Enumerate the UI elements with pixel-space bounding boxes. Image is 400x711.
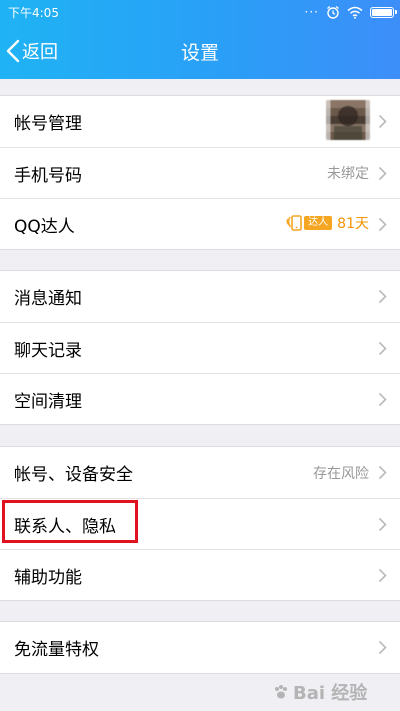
chevron-right-icon bbox=[378, 517, 387, 532]
chevron-right-icon bbox=[378, 568, 387, 583]
battery-level bbox=[372, 8, 393, 16]
settings-item-value: 未绑定 bbox=[327, 166, 369, 182]
chevron-right-icon bbox=[378, 114, 387, 129]
status-time: 下午4:05 bbox=[8, 6, 59, 20]
daren-badge: 达人 bbox=[286, 213, 333, 233]
settings-item-label: 空间清理 bbox=[14, 391, 82, 412]
paw-icon bbox=[275, 685, 287, 699]
settings-item-label: 帐号管理 bbox=[14, 114, 82, 134]
settings-item-phone-number[interactable]: 手机号码 未绑定 bbox=[0, 147, 400, 198]
settings-item-qq-daren[interactable]: QQ达人 达人 81天 bbox=[0, 198, 400, 249]
avatar bbox=[326, 100, 370, 140]
settings-item-label: 辅助功能 bbox=[14, 567, 82, 588]
watermark-text: Bai 经验 bbox=[293, 683, 368, 704]
settings-item-notifications[interactable]: 消息通知 bbox=[0, 271, 400, 322]
signal-dots-icon: ··· bbox=[304, 5, 319, 19]
watermark: Bai 经验 bbox=[273, 679, 388, 705]
chevron-right-icon bbox=[378, 392, 387, 407]
wifi-icon bbox=[347, 6, 363, 19]
settings-item-contacts-privacy[interactable]: 联系人、隐私 bbox=[0, 498, 400, 549]
settings-item-chat-history[interactable]: 聊天记录 bbox=[0, 322, 400, 373]
settings-group-messages: 消息通知 聊天记录 空间清理 bbox=[0, 270, 400, 425]
settings-item-label: QQ达人 bbox=[14, 216, 75, 237]
settings-item-label: 免流量特权 bbox=[14, 640, 99, 660]
settings-item-label: 消息通知 bbox=[14, 289, 82, 309]
top-bar: 下午4:05 ··· 返回 设置 bbox=[0, 0, 400, 79]
settings-item-storage-cleanup[interactable]: 空间清理 bbox=[0, 373, 400, 424]
chevron-right-icon bbox=[378, 465, 387, 480]
settings-item-account-device-security[interactable]: 帐号、设备安全 存在风险 bbox=[0, 447, 400, 498]
status-icons: ··· bbox=[304, 4, 397, 20]
daren-days: 81天 bbox=[337, 216, 369, 232]
settings-group-security: 帐号、设备安全 存在风险 联系人、隐私 辅助功能 bbox=[0, 446, 400, 601]
battery-icon bbox=[370, 6, 397, 18]
settings-item-label: 联系人、隐私 bbox=[14, 516, 116, 537]
alarm-icon bbox=[327, 6, 339, 19]
chevron-right-icon bbox=[378, 289, 387, 304]
settings-item-free-data-privilege[interactable]: 免流量特权 bbox=[0, 622, 400, 673]
settings-item-value: 存在风险 bbox=[313, 465, 369, 482]
status-bar: 下午4:05 ··· bbox=[0, 0, 400, 24]
daren-phone-wings-icon bbox=[286, 215, 302, 231]
chevron-right-icon bbox=[378, 217, 387, 232]
settings-item-label: 帐号、设备安全 bbox=[14, 465, 133, 485]
settings-group-data: 免流量特权 bbox=[0, 621, 400, 674]
daren-tag: 达人 bbox=[304, 216, 333, 230]
chevron-right-icon bbox=[378, 166, 387, 181]
settings-group-account: 帐号管理 手机号码 未绑定 QQ达人 达人 81天 bbox=[0, 95, 400, 250]
settings-item-label: 手机号码 bbox=[14, 165, 82, 186]
settings-item-label: 聊天记录 bbox=[14, 340, 82, 361]
daren-info: 达人 81天 bbox=[286, 213, 369, 233]
settings-item-accessibility[interactable]: 辅助功能 bbox=[0, 549, 400, 600]
page-title: 设置 bbox=[180, 42, 219, 64]
chevron-right-icon bbox=[378, 341, 387, 356]
chevron-right-icon bbox=[378, 640, 387, 655]
settings-item-account-management[interactable]: 帐号管理 bbox=[0, 96, 400, 147]
